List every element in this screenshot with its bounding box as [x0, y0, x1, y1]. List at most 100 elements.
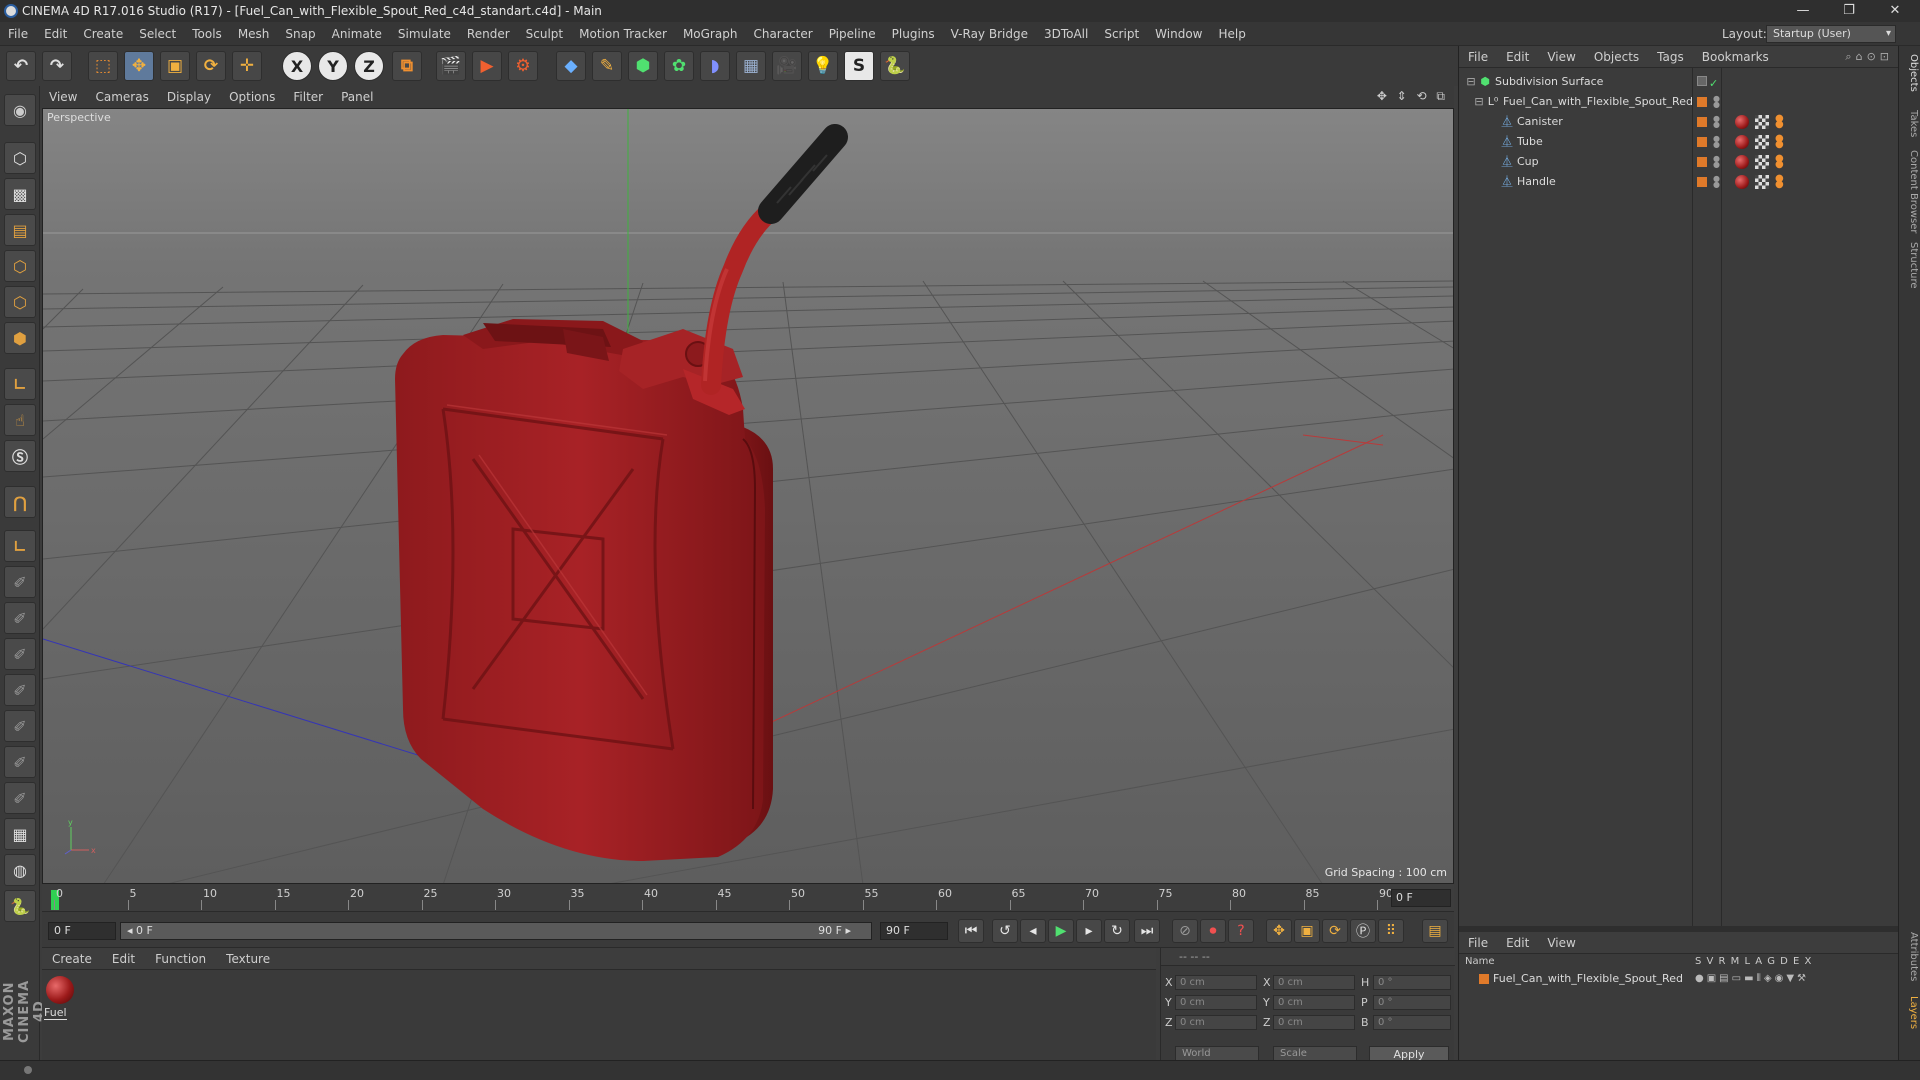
- viewport-navigation-icons[interactable]: ✥ ⇕ ⟲ ⧉: [1377, 89, 1448, 104]
- object-menu-objects[interactable]: Objects: [1585, 46, 1648, 68]
- z-axis-toggle[interactable]: Z: [354, 51, 384, 81]
- previous-key-icon[interactable]: ↺: [992, 919, 1018, 943]
- viewport-menu-options[interactable]: Options: [220, 86, 284, 108]
- vray-icon[interactable]: S: [844, 51, 874, 81]
- tab-objects[interactable]: Objects: [1901, 54, 1919, 92]
- x-axis-toggle[interactable]: X: [282, 51, 312, 81]
- material-menu-edit[interactable]: Edit: [102, 948, 145, 970]
- size-x-field[interactable]: 0 cm: [1273, 975, 1355, 990]
- record-keys-icon[interactable]: ⊘: [1172, 919, 1198, 943]
- texture-tag-icon[interactable]: [1755, 135, 1769, 149]
- start-frame-field[interactable]: 0 F: [48, 922, 116, 940]
- texture-tag-icon[interactable]: [1755, 175, 1769, 189]
- layer-toggle-icon[interactable]: [1697, 76, 1707, 86]
- polygons-mode-icon[interactable]: ⬢: [4, 322, 36, 354]
- visibility-dots-icon[interactable]: ● ●: [1713, 155, 1720, 169]
- menu-motion-tracker[interactable]: Motion Tracker: [571, 22, 675, 46]
- workplane-axis-icon[interactable]: ∟: [4, 530, 36, 562]
- viewport-menu-cameras[interactable]: Cameras: [86, 86, 157, 108]
- sculpt-flatten-icon[interactable]: ✐: [4, 674, 36, 706]
- points-mode-icon[interactable]: ⬡: [4, 250, 36, 282]
- layer-color-icon[interactable]: [1697, 137, 1707, 147]
- menu-sculpt[interactable]: Sculpt: [518, 22, 571, 46]
- menu-snap[interactable]: Snap: [277, 22, 323, 46]
- go-to-start-icon[interactable]: ⏮: [958, 919, 984, 943]
- texture-tag-icon[interactable]: [1755, 155, 1769, 169]
- key-pla-icon[interactable]: ⠿: [1378, 919, 1404, 943]
- y-axis-toggle[interactable]: Y: [318, 51, 348, 81]
- object-row-cup[interactable]: ⏅ Cup ● ● ● ●: [1459, 152, 1899, 172]
- magnet-icon[interactable]: ⋂: [4, 486, 36, 518]
- go-to-end-icon[interactable]: ⏭: [1134, 919, 1160, 943]
- collapse-icon[interactable]: ⊟: [1465, 76, 1477, 88]
- sculpt-inflate-icon[interactable]: ✐: [4, 710, 36, 742]
- position-x-field[interactable]: 0 cm: [1175, 975, 1257, 990]
- 3d-viewport[interactable]: y x Perspective Grid Spacing : 100 cm: [42, 108, 1454, 884]
- tweak-mode-icon[interactable]: ☝: [4, 404, 36, 436]
- tab-takes[interactable]: Takes: [1901, 110, 1919, 137]
- object-menu-file[interactable]: File: [1459, 46, 1497, 68]
- selection-tag-icon[interactable]: ● ●: [1775, 134, 1785, 150]
- menu-window[interactable]: Window: [1147, 22, 1210, 46]
- selection-tag-icon[interactable]: ● ●: [1775, 154, 1785, 170]
- sculpt-knife-icon[interactable]: ✐: [4, 782, 36, 814]
- layout-select[interactable]: Startup (User): [1766, 25, 1896, 43]
- scale-tool-icon[interactable]: ▣: [160, 51, 190, 81]
- subdivision-surface-icon[interactable]: ⬢: [628, 51, 658, 81]
- texture-mode-icon[interactable]: ▩: [4, 178, 36, 210]
- menu-simulate[interactable]: Simulate: [390, 22, 459, 46]
- object-menu-tags[interactable]: Tags: [1648, 46, 1693, 68]
- restore-button[interactable]: ❐: [1826, 0, 1872, 22]
- layer-menu-edit[interactable]: Edit: [1497, 932, 1538, 954]
- menu-script[interactable]: Script: [1096, 22, 1147, 46]
- object-row-fuel-can[interactable]: ⊟ L⁰ Fuel_Can_with_Flexible_Spout_Red ● ●: [1459, 92, 1899, 112]
- menu-select[interactable]: Select: [131, 22, 184, 46]
- play-icon[interactable]: ▶: [1048, 919, 1074, 943]
- material-menu-function[interactable]: Function: [145, 948, 216, 970]
- layer-color-icon[interactable]: [1697, 97, 1707, 107]
- menu-render[interactable]: Render: [459, 22, 518, 46]
- python-script-icon[interactable]: 🐍: [4, 890, 36, 922]
- viewport-menu-display[interactable]: Display: [158, 86, 220, 108]
- menu-help[interactable]: Help: [1210, 22, 1253, 46]
- object-mode-icon[interactable]: ⬡: [4, 142, 36, 174]
- object-row-canister[interactable]: ⏅ Canister ● ● ● ●: [1459, 112, 1899, 132]
- tab-structure[interactable]: Structure: [1901, 242, 1919, 289]
- tab-content-browser[interactable]: Content Browser: [1901, 150, 1919, 233]
- key-scale-icon[interactable]: ▣: [1294, 919, 1320, 943]
- layer-color-icon[interactable]: [1697, 117, 1707, 127]
- move-tool-icon[interactable]: ✥: [124, 51, 154, 81]
- next-key-icon[interactable]: ↻: [1104, 919, 1130, 943]
- object-row-subdivision-surface[interactable]: ⊟ ⬢ Subdivision Surface ✓: [1459, 72, 1899, 92]
- menu-character[interactable]: Character: [745, 22, 820, 46]
- menu-plugins[interactable]: Plugins: [884, 22, 943, 46]
- timeline-ruler[interactable]: 0 5 10 15 20 25 30 35 40 45 50 55 60 65 70 75 80 85 90 0 F: [42, 884, 1454, 912]
- redo-icon[interactable]: ↷: [42, 51, 72, 81]
- cube-primitive-icon[interactable]: ◆: [556, 51, 586, 81]
- key-rotation-icon[interactable]: ⟳: [1322, 919, 1348, 943]
- object-row-tube[interactable]: ⏅ Tube ● ● ● ●: [1459, 132, 1899, 152]
- coordinate-system-icon[interactable]: ⧉: [392, 51, 422, 81]
- layer-color-icon[interactable]: [1697, 177, 1707, 187]
- camera-icon[interactable]: 🎥: [772, 51, 802, 81]
- rotation-h-field[interactable]: 0 °: [1373, 975, 1451, 990]
- menu-mesh[interactable]: Mesh: [230, 22, 278, 46]
- timeline-layout-icon[interactable]: ▤: [1422, 919, 1448, 943]
- next-frame-icon[interactable]: ▸: [1076, 919, 1102, 943]
- material-tag-icon[interactable]: [1735, 135, 1749, 149]
- paint-icon[interactable]: ◍: [4, 854, 36, 886]
- python-icon[interactable]: 🐍: [880, 51, 910, 81]
- object-row-handle[interactable]: ⏅ Handle ● ● ● ●: [1459, 172, 1899, 192]
- menu-create[interactable]: Create: [75, 22, 131, 46]
- material-menu-create[interactable]: Create: [42, 948, 102, 970]
- size-z-field[interactable]: 0 cm: [1273, 1015, 1355, 1030]
- viewport-menu-filter[interactable]: Filter: [284, 86, 332, 108]
- spline-pen-icon[interactable]: ✎: [592, 51, 622, 81]
- material-tag-icon[interactable]: [1735, 175, 1749, 189]
- visibility-dots-icon[interactable]: ● ●: [1713, 135, 1720, 149]
- layer-row[interactable]: Fuel_Can_with_Flexible_Spout_Red ●▣▤▭▬⦀◈…: [1459, 970, 1899, 988]
- mograph-cloner-icon[interactable]: ✿: [664, 51, 694, 81]
- selection-tag-icon[interactable]: ● ●: [1775, 174, 1785, 190]
- rotate-tool-icon[interactable]: ⟳: [196, 51, 226, 81]
- tab-layers[interactable]: Layers: [1901, 996, 1919, 1029]
